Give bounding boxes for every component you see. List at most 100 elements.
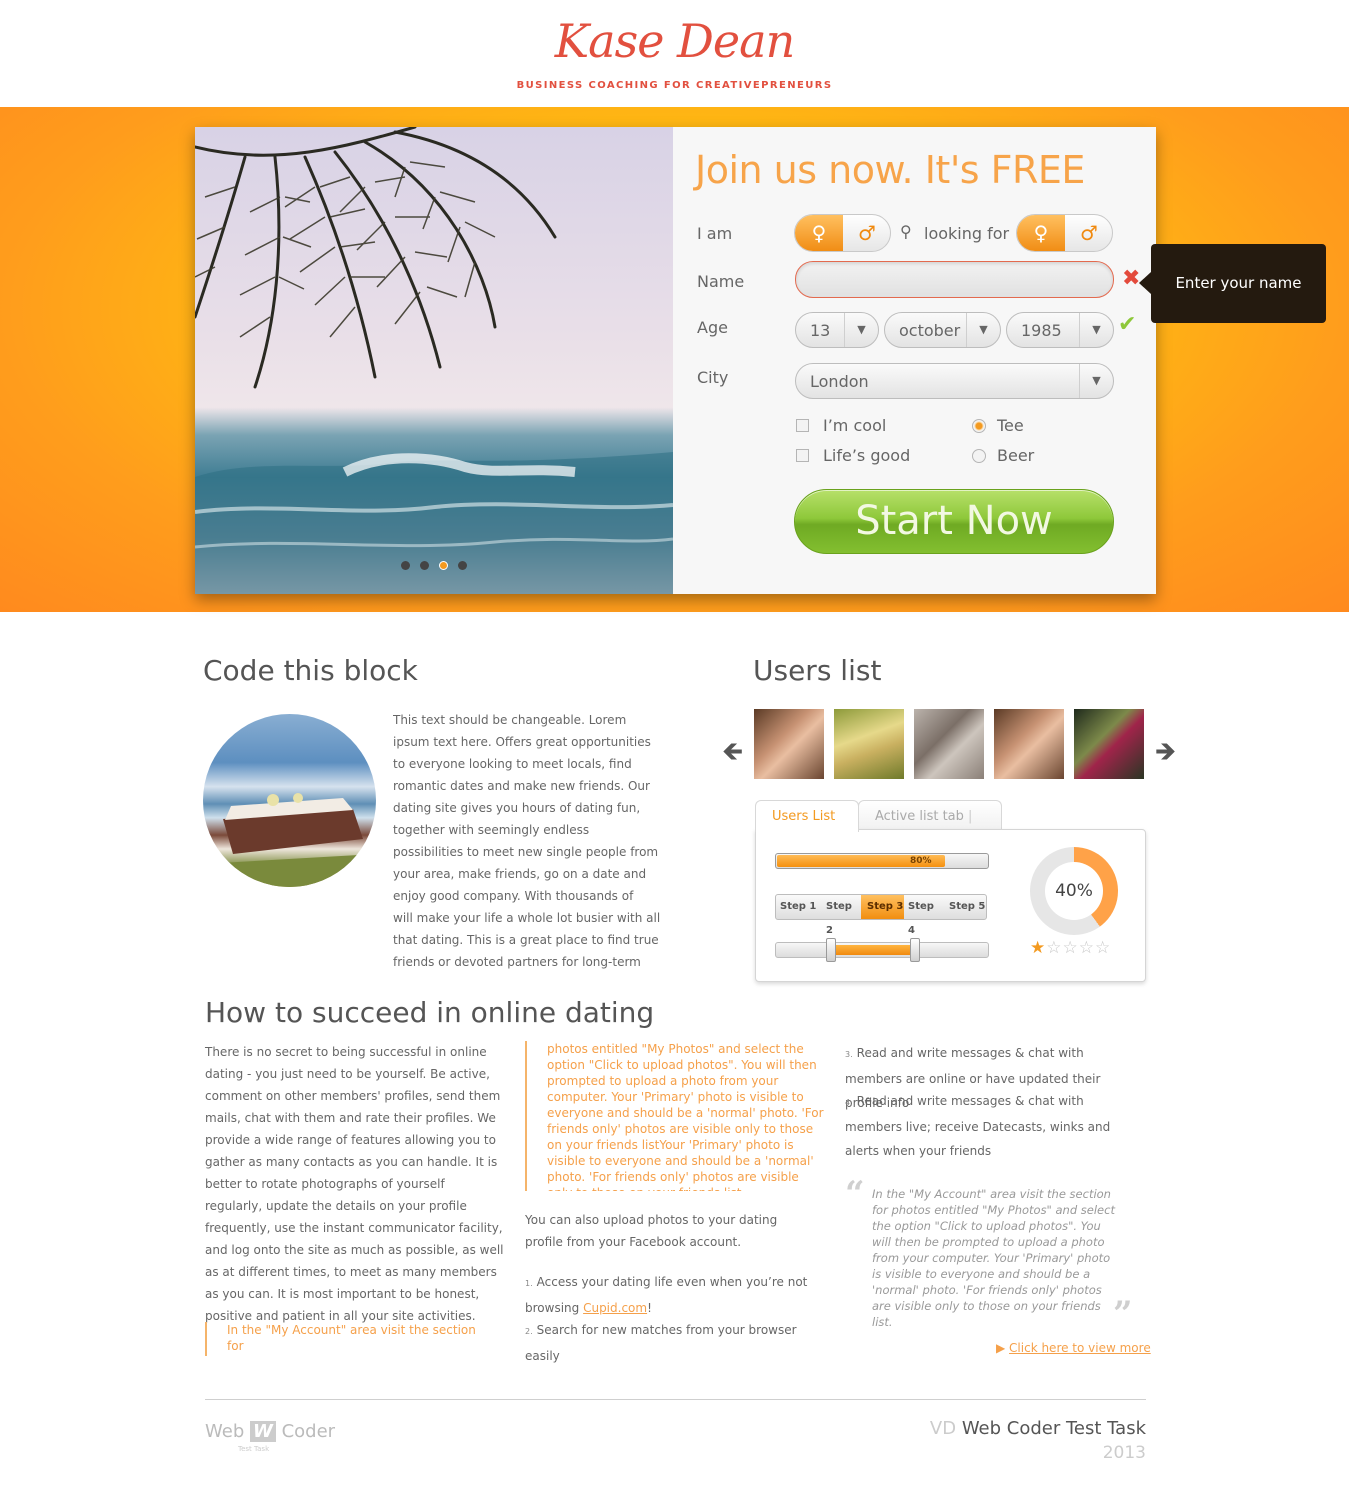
slide-dot-3-active[interactable] (439, 561, 448, 570)
month-select[interactable]: october ▼ (884, 312, 1001, 348)
list-item-1-end: ! (647, 1301, 652, 1315)
name-input[interactable] (795, 261, 1114, 298)
user-avatar-2[interactable] (834, 709, 904, 779)
list-item-1-text: Access your dating life even when you’re… (525, 1275, 808, 1315)
list-item-4-text: Read and write messages & chat with memb… (845, 1094, 1111, 1158)
tab-active-list[interactable]: Active list tab | 38 (858, 800, 1002, 856)
error-icon: ✖ (1122, 266, 1141, 291)
iam-gender-toggle[interactable]: ♀ ♂ (794, 214, 891, 252)
male-icon[interactable]: ♂ (843, 222, 890, 244)
step-5[interactable]: Step 5 (944, 895, 987, 919)
slide-dot-2[interactable] (420, 561, 429, 570)
donut-chart: 40% (1030, 847, 1118, 935)
looking-gender-toggle[interactable]: ♀ ♂ (1016, 214, 1113, 252)
howto-col1-text: There is no secret to being successful i… (205, 1045, 504, 1323)
month-value: october (899, 321, 961, 340)
good-checkbox[interactable] (796, 449, 809, 462)
slider-handle-min[interactable] (826, 938, 836, 962)
tooltip-arrow (1139, 272, 1151, 294)
howto-col1-quote: In the "My Account" area visit the secti… (205, 1322, 495, 1356)
star-empty-icon[interactable]: ☆ (1095, 938, 1111, 958)
cupid-link[interactable]: Cupid.com (583, 1301, 647, 1315)
city-value: London (810, 372, 869, 391)
progress-label: 80% (910, 856, 932, 866)
site-tagline: BUSINESS COACHING FOR CREATIVEPRENEURS (516, 80, 833, 91)
howto-blockquote: In the "My Account" area visit the secti… (872, 1187, 1115, 1329)
slider-range (832, 945, 916, 955)
user-avatar-3[interactable] (914, 709, 984, 779)
footer-logo-web: Web (205, 1421, 245, 1442)
step-wizard: Step 1 Step 2 Step 3 Step 4 Step 5 (775, 894, 987, 936)
star-filled-icon[interactable]: ★ (1030, 938, 1046, 958)
city-label: City (697, 368, 729, 387)
signup-title: Join us now. It's FREE (695, 148, 1085, 192)
donut-label: 40% (1045, 862, 1103, 920)
star-rating[interactable]: ★☆☆☆☆ (1030, 938, 1111, 958)
code-block-text-continued: This text should be changeable. Lorem ip… (203, 907, 665, 973)
day-select[interactable]: 13 ▼ (795, 312, 879, 348)
looking-label: looking for (924, 224, 1010, 243)
star-empty-icon[interactable]: ☆ (1063, 938, 1079, 958)
code-block-title: Code this block (203, 654, 418, 687)
chevron-down-icon[interactable]: ▼ (1079, 313, 1113, 347)
slide-dot-1[interactable] (401, 561, 410, 570)
footer-title: VD Web Coder Test Task (905, 1418, 1146, 1439)
year-select[interactable]: 1985 ▼ (1006, 312, 1114, 348)
chevron-down-icon[interactable]: ▼ (966, 313, 1000, 347)
footer-year: 2013 (1102, 1443, 1146, 1463)
resort-photo (203, 714, 376, 887)
city-select[interactable]: London ▼ (795, 363, 1114, 399)
age-label: Age (697, 318, 728, 337)
chevron-down-icon[interactable]: ▼ (1079, 364, 1113, 398)
star-empty-icon[interactable]: ☆ (1046, 938, 1062, 958)
site-logo[interactable]: Kase Dean (0, 14, 1349, 68)
user-avatar-4[interactable] (994, 709, 1064, 779)
footer-logo[interactable]: Web W Coder (205, 1421, 335, 1442)
slide-dot-4[interactable] (458, 561, 467, 570)
play-arrow-icon: ▶ (996, 1341, 1010, 1355)
code-block-text-continued-body: This text should be changeable. Lorem ip… (393, 911, 661, 969)
user-avatar-1[interactable] (754, 709, 824, 779)
female-icon[interactable]: ♀ (1017, 222, 1065, 244)
open-quote-icon: “ (845, 1174, 865, 1214)
day-value: 13 (810, 321, 831, 340)
name-label: Name (697, 272, 745, 291)
step-2[interactable]: Step 2 (820, 895, 861, 936)
beer-label: Beer (997, 446, 1035, 465)
male-icon[interactable]: ♂ (1065, 222, 1112, 244)
next-arrow-icon[interactable]: 🡺 (1155, 733, 1176, 777)
progress-bar: 80% (775, 853, 989, 869)
tab-active-list-label: Active list tab (875, 809, 964, 824)
footer-task: Web Coder Test Task (961, 1418, 1146, 1439)
good-label: Life’s good (823, 446, 911, 465)
cool-checkbox[interactable] (796, 419, 809, 432)
howto-list-item-2: 2. Search for new matches from your brows… (525, 1323, 797, 1363)
slider-handle-max[interactable] (910, 938, 920, 962)
step-4[interactable]: Step 4 (904, 895, 944, 936)
footer-logo-sub: Test Task (238, 1445, 270, 1453)
female-icon[interactable]: ♀ (795, 222, 843, 244)
range-slider[interactable] (775, 938, 989, 962)
chevron-down-icon[interactable]: ▼ (844, 313, 878, 347)
cool-label: I’m cool (823, 416, 887, 435)
more-link[interactable]: ▶ Click here to view more (996, 1341, 1151, 1355)
iam-label: I am (697, 224, 733, 243)
user-avatar-5[interactable] (1074, 709, 1144, 779)
step-1[interactable]: Step 1 (776, 895, 820, 919)
tee-radio[interactable] (972, 419, 986, 433)
step-3-active[interactable]: Step 3 (861, 895, 904, 919)
more-link-text[interactable]: Click here to view more (1009, 1341, 1151, 1355)
beer-radio[interactable] (972, 449, 986, 463)
close-quote-icon: ” (1113, 1294, 1133, 1334)
tab-users-list[interactable]: Users List (755, 800, 859, 832)
users-title: Users list (753, 654, 882, 687)
star-empty-icon[interactable]: ☆ (1079, 938, 1095, 958)
footer-divider (205, 1399, 1146, 1400)
howto-list-item-1: 1. Access your dating life even when you’… (525, 1275, 808, 1315)
start-now-button[interactable]: Start Now (794, 489, 1114, 554)
code-block-text: This text should be changeable. Lorem ip… (393, 713, 659, 903)
howto-title: How to succeed in online dating (205, 996, 655, 1029)
prev-arrow-icon[interactable]: 🡸 (722, 733, 743, 777)
howto-col2-quote: photos entitled "My Photos" and select t… (525, 1041, 825, 1191)
howto-col2-text: You can also upload photos to your datin… (525, 1213, 778, 1249)
